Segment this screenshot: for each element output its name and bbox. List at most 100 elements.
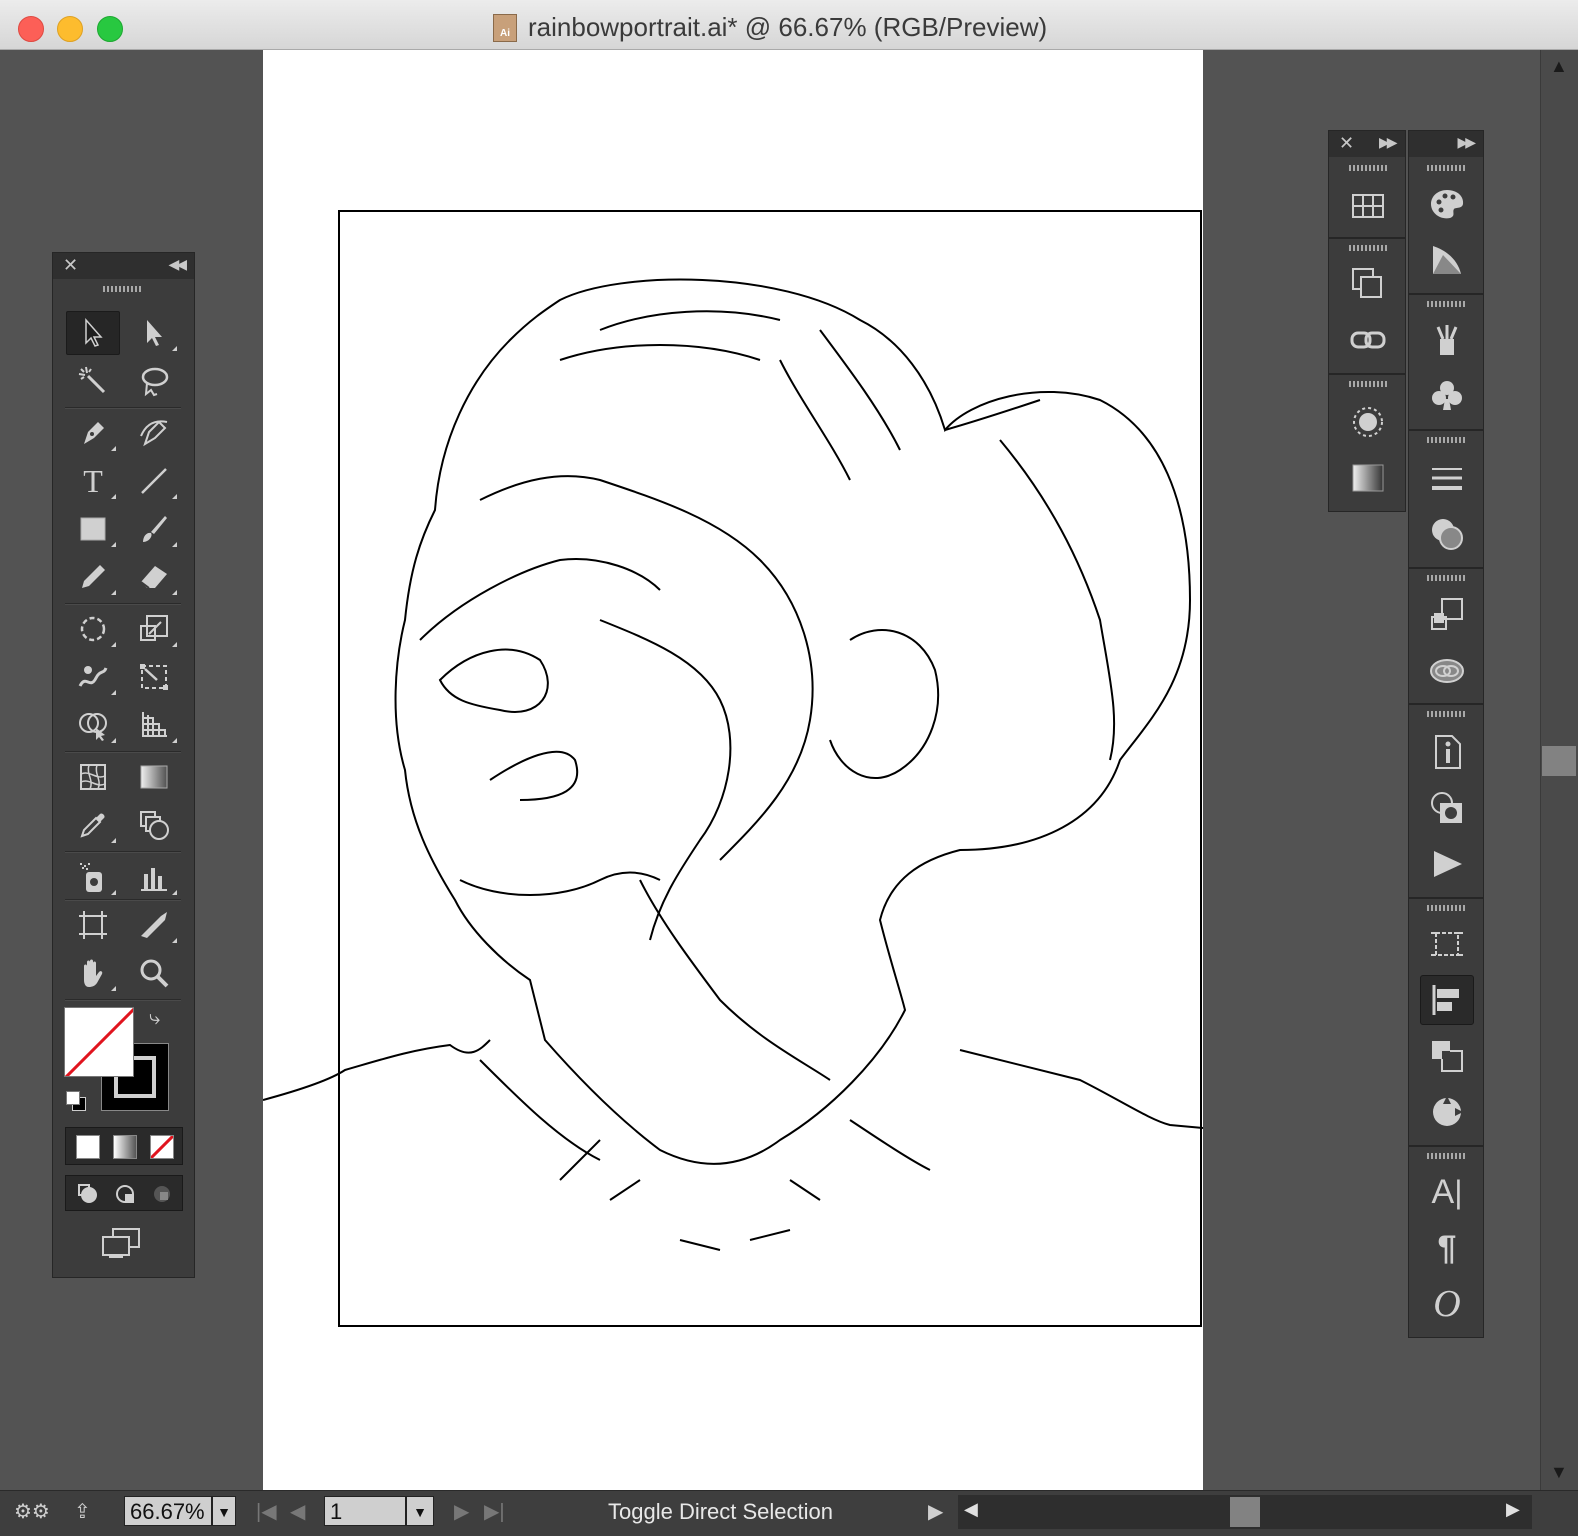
layers-panel-button[interactable]: [1420, 589, 1474, 639]
gradient-panel-button[interactable]: [1341, 453, 1395, 503]
rotate-tool[interactable]: [66, 607, 120, 651]
dock-header-b[interactable]: ▶▶: [1409, 131, 1483, 157]
previous-artboard-icon[interactable]: ◀: [290, 1499, 305, 1524]
tools-panel-header[interactable]: ✕ ◀◀: [53, 253, 194, 279]
eraser-tool[interactable]: [127, 555, 181, 599]
gradient-tool[interactable]: [127, 755, 181, 799]
paintbrush-tool[interactable]: [127, 507, 181, 551]
warp-tool[interactable]: [66, 655, 120, 699]
gpu-settings-icon[interactable]: ⚙⚙: [14, 1499, 50, 1524]
paragraph-panel-button[interactable]: ¶: [1420, 1223, 1474, 1273]
pen-tool[interactable]: [66, 411, 120, 455]
last-artboard-icon[interactable]: ▶|: [484, 1499, 505, 1524]
layers-icon: [1431, 598, 1463, 630]
close-dock-icon[interactable]: ✕: [1339, 133, 1354, 154]
transform-panel-button[interactable]: [1341, 259, 1395, 309]
color-panel-button[interactable]: [1420, 179, 1474, 229]
appearance-panel-button[interactable]: [1341, 397, 1395, 447]
column-graph-tool[interactable]: [127, 855, 181, 899]
tools-panel: ✕ ◀◀ T ⤷: [52, 252, 195, 1278]
next-artboard-icon[interactable]: ▶: [454, 1499, 469, 1524]
image-trace-panel-button[interactable]: [1420, 783, 1474, 833]
draw-normal-icon[interactable]: [76, 1182, 100, 1206]
symbols-panel-button[interactable]: [1420, 371, 1474, 421]
zoom-tool[interactable]: [127, 951, 181, 995]
scroll-down-icon[interactable]: ▼: [1550, 1462, 1568, 1483]
collapse-panel-icon[interactable]: ◀◀: [168, 256, 186, 273]
draw-inside-icon[interactable]: [150, 1182, 174, 1206]
symbol-sprayer-tool[interactable]: [66, 855, 120, 899]
vertical-scroll-thumb[interactable]: [1542, 746, 1576, 776]
slice-tool[interactable]: [127, 903, 181, 947]
portrait-line-art[interactable]: [263, 50, 1203, 1490]
dock-grip-3[interactable]: [1349, 381, 1389, 387]
close-panel-icon[interactable]: ✕: [63, 255, 78, 276]
free-transform-tool[interactable]: [127, 655, 181, 699]
swap-fill-stroke-icon[interactable]: ⤷: [149, 1007, 160, 1030]
shape-builder-tool[interactable]: [66, 703, 120, 747]
opentype-panel-button[interactable]: O: [1420, 1279, 1474, 1329]
line-segment-tool[interactable]: [127, 459, 181, 503]
artboards-panel-button[interactable]: [1420, 919, 1474, 969]
dock-grip[interactable]: [1349, 165, 1389, 171]
zoom-dropdown-button[interactable]: ▼: [212, 1496, 236, 1526]
expand-dock-b-icon[interactable]: ▶▶: [1457, 134, 1475, 151]
character-panel-button[interactable]: A |: [1420, 1167, 1474, 1217]
document-info-panel-button[interactable]: [1420, 727, 1474, 777]
navigator-panel-button[interactable]: [1420, 1087, 1474, 1137]
hand-tool[interactable]: [66, 951, 120, 995]
stroke-panel-button[interactable]: [1420, 453, 1474, 503]
direct-selection-tool[interactable]: [127, 311, 181, 355]
horizontal-scrollbar[interactable]: ◀ ▶: [958, 1495, 1532, 1529]
swatches-panel-button[interactable]: [1341, 181, 1395, 231]
color-guide-panel-button[interactable]: [1420, 235, 1474, 285]
zoom-window-button[interactable]: [97, 16, 123, 42]
links-panel-button[interactable]: [1341, 315, 1395, 365]
curvature-tool[interactable]: [127, 411, 181, 455]
mesh-tool[interactable]: [66, 755, 120, 799]
pencil-tool[interactable]: [66, 555, 120, 599]
selection-tool[interactable]: [66, 311, 120, 355]
paragraph-icon: ¶: [1437, 1228, 1457, 1267]
zoom-level-field[interactable]: 66.67%: [124, 1496, 212, 1526]
dock-grip-2[interactable]: [1349, 245, 1389, 251]
blend-tool[interactable]: [127, 803, 181, 847]
tools-panel-grip[interactable]: [103, 286, 143, 292]
vertical-scrollbar[interactable]: ▲ ▼: [1540, 50, 1578, 1490]
lasso-tool[interactable]: [127, 359, 181, 403]
scroll-left-icon[interactable]: ◀: [964, 1499, 978, 1520]
type-tool[interactable]: T: [66, 459, 120, 503]
horizontal-scroll-thumb[interactable]: [1230, 1497, 1260, 1527]
eyedropper-tool[interactable]: [66, 803, 120, 847]
scroll-up-icon[interactable]: ▲: [1550, 56, 1568, 77]
brushes-panel-button[interactable]: [1420, 315, 1474, 365]
first-artboard-icon[interactable]: |◀: [256, 1499, 277, 1524]
close-window-button[interactable]: [18, 16, 44, 42]
symbol-sprayer-icon: [80, 863, 102, 892]
color-mode-button[interactable]: [76, 1135, 100, 1159]
scale-tool[interactable]: [127, 607, 181, 651]
artboard-tool[interactable]: [66, 903, 120, 947]
artboard-dropdown-button[interactable]: ▼: [406, 1496, 434, 1526]
default-fill-stroke-icon[interactable]: [66, 1091, 86, 1111]
magic-wand-tool[interactable]: [66, 359, 120, 403]
fill-none-swatch[interactable]: [64, 1007, 134, 1077]
align-panel-button[interactable]: [1420, 975, 1474, 1025]
scroll-right-icon[interactable]: ▶: [1506, 1499, 1520, 1520]
screen-mode-button[interactable]: [97, 1225, 149, 1265]
expand-dock-icon[interactable]: ▶▶: [1379, 134, 1397, 151]
share-icon[interactable]: ⇪: [74, 1499, 91, 1524]
minimize-window-button[interactable]: [57, 16, 83, 42]
actions-panel-button[interactable]: [1420, 839, 1474, 889]
draw-behind-icon[interactable]: [113, 1182, 137, 1206]
perspective-grid-tool[interactable]: [127, 703, 181, 747]
none-mode-button[interactable]: [150, 1135, 174, 1159]
artboard-number-field[interactable]: 1: [324, 1496, 406, 1526]
rectangle-tool[interactable]: [66, 507, 120, 551]
pathfinder-panel-button[interactable]: [1420, 1031, 1474, 1081]
dock-header-a[interactable]: ✕ ▶▶: [1329, 131, 1405, 157]
gradient-mode-button[interactable]: [113, 1135, 137, 1159]
status-menu-arrow-icon[interactable]: ▶: [928, 1499, 943, 1524]
libraries-panel-button[interactable]: [1420, 645, 1474, 695]
transparency-panel-button[interactable]: [1420, 509, 1474, 559]
